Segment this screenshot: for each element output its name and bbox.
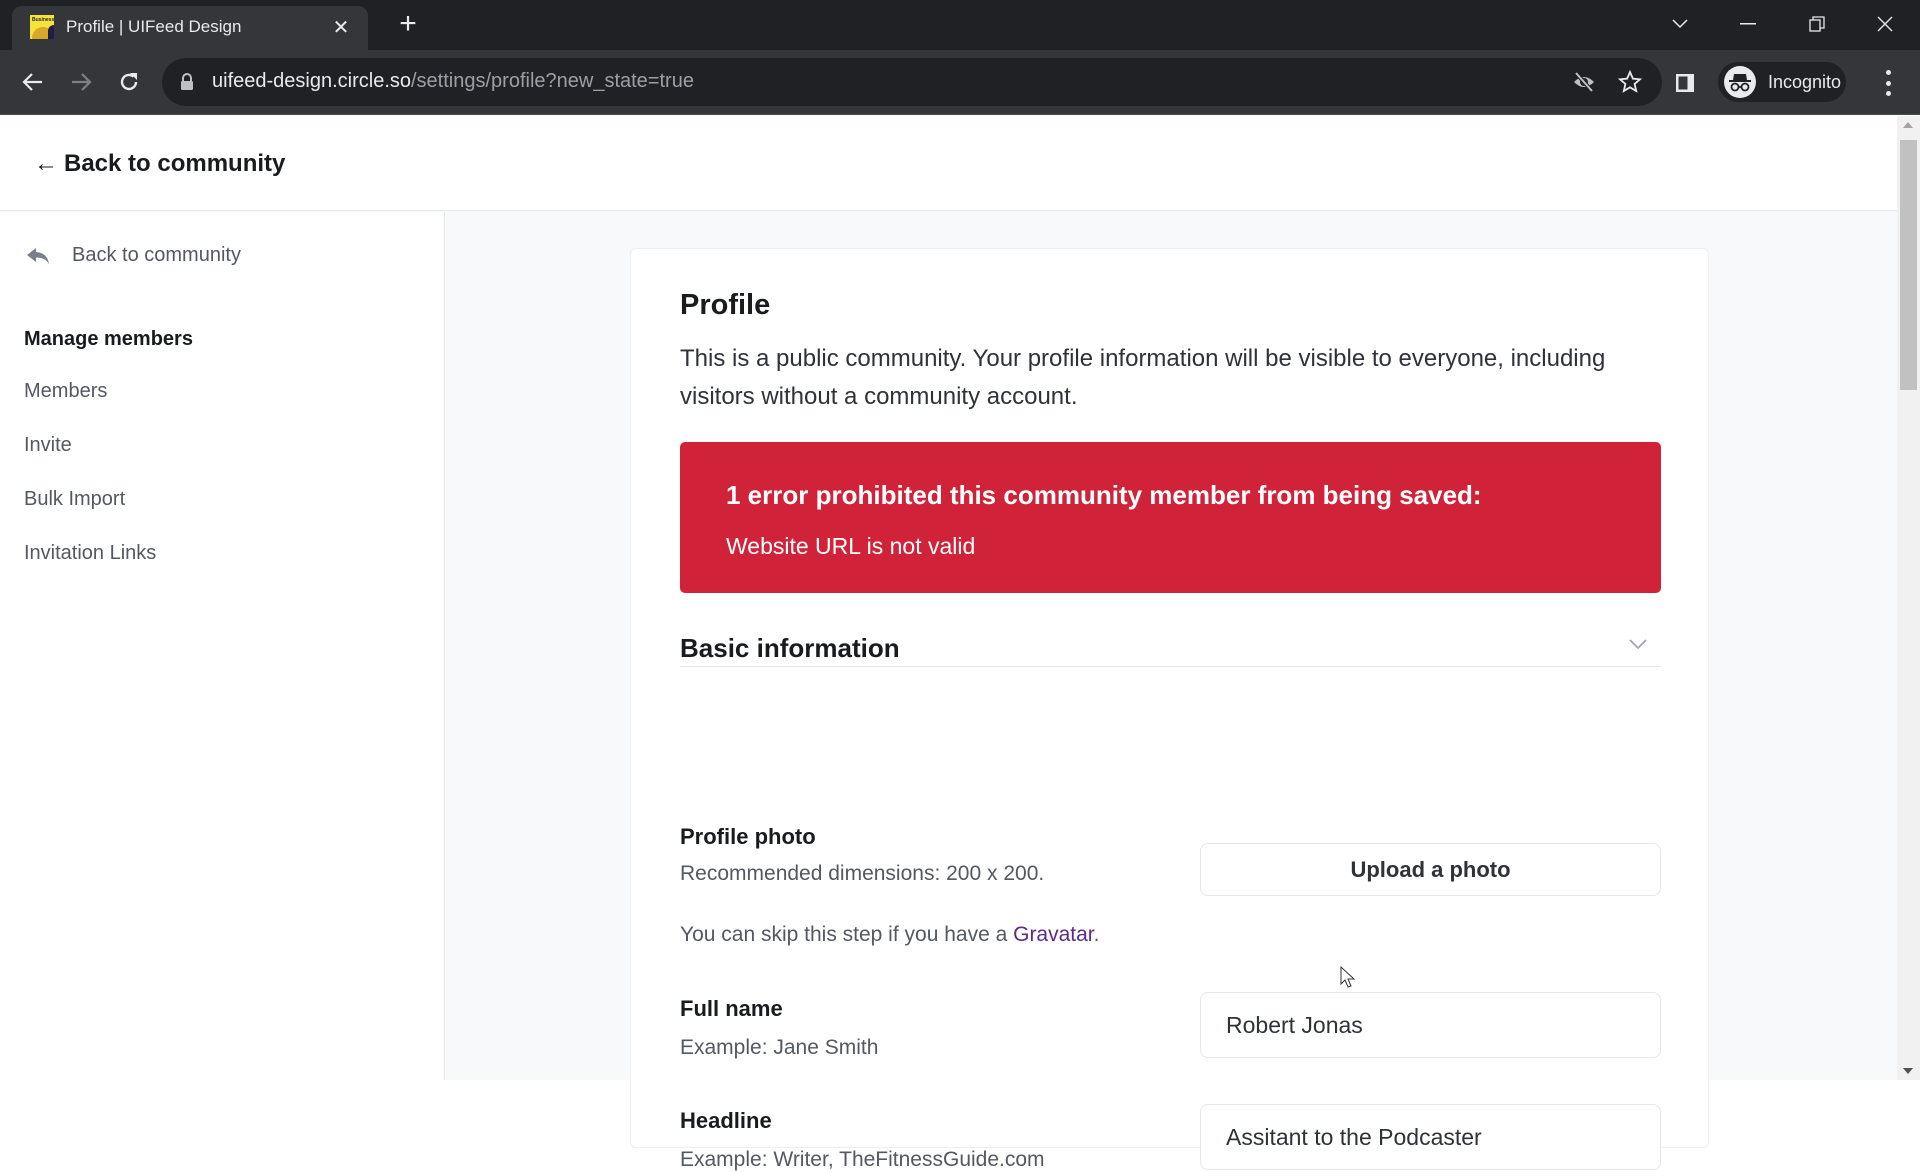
address-bar[interactable]: uifeed-design.circle.so/settings/profile… [162, 58, 1662, 106]
full-name-help: Example: Jane Smith [680, 1036, 879, 1059]
scrollbar-thumb[interactable] [1900, 140, 1917, 390]
header-back-label: Back to community [64, 150, 286, 177]
gravatar-help-prefix: You can skip this step if you have a [680, 923, 1014, 946]
error-message: Website URL is not valid [726, 533, 976, 559]
browser-menu-icon[interactable] [1876, 70, 1900, 96]
page-description: This is a public community. Your profile… [680, 345, 1606, 410]
lock-icon [181, 73, 193, 90]
page-title: Profile [680, 289, 771, 321]
browser-tab-active[interactable]: Business Profile | UIFeed Design ✕ [12, 6, 368, 50]
page-scrollbar[interactable] [1897, 116, 1920, 1080]
error-alert: 1 error prohibited this community member… [680, 442, 1661, 593]
url-path: /settings/profile?new_state=true [411, 70, 694, 92]
profile-photo-label: Profile photo [680, 824, 816, 849]
page-header: ← Back to community [0, 116, 1897, 211]
new-tab-button[interactable]: + [392, 8, 424, 40]
error-title: 1 error prohibited this community member… [726, 480, 1482, 510]
tab-close-icon[interactable]: ✕ [330, 15, 352, 40]
incognito-icon [1724, 66, 1756, 98]
header-back-to-community-link[interactable]: ← Back to community [34, 150, 285, 178]
settings-sidebar: Back to community Manage members Members… [0, 212, 445, 1080]
headline-help: Example: Writer, TheFitnessGuide.com [680, 1148, 1045, 1171]
mouse-pointer-icon [1340, 966, 1356, 988]
page: ← Back to community Back to community Man… [0, 116, 1897, 1171]
gravatar-help: You can skip this step if you have a Gra… [680, 923, 1100, 947]
site-favicon-icon: Business [30, 15, 54, 39]
sidebar-item-bulk-import[interactable]: Bulk Import [24, 488, 125, 511]
chevron-down-icon [1629, 639, 1647, 649]
scroll-down-arrow-icon[interactable] [1903, 1068, 1913, 1074]
reload-button[interactable] [109, 62, 149, 102]
basic-information-section-toggle[interactable]: Basic information [680, 611, 1661, 667]
profile-photo-help: Recommended dimensions: 200 x 200. [680, 862, 1045, 885]
arrow-left-icon [22, 73, 42, 91]
incognito-profile-button[interactable]: Incognito [1718, 62, 1846, 102]
gravatar-link[interactable]: Gravatar [1013, 923, 1094, 946]
upload-photo-button[interactable]: Upload a photo [1200, 843, 1661, 896]
sidebar-item-invite[interactable]: Invite [24, 434, 72, 457]
sidebar-back-label: Back to community [72, 244, 241, 266]
reply-arrow-icon [27, 247, 49, 264]
sidebar-item-members[interactable]: Members [24, 380, 107, 403]
favicon-text: Business [32, 17, 54, 23]
full-name-input[interactable] [1200, 992, 1661, 1058]
side-panel-icon[interactable] [1674, 72, 1696, 94]
url-host: uifeed-design.circle.so [212, 70, 411, 92]
profile-card: Profile This is a public community. Your… [630, 248, 1709, 1171]
sidebar-item-invitation-links[interactable]: Invitation Links [24, 542, 156, 565]
minimize-icon[interactable] [1728, 8, 1768, 38]
arrow-right-icon [72, 73, 92, 91]
sidebar-section-heading: Manage members [24, 328, 193, 350]
sidebar-back-to-community[interactable]: Back to community [26, 244, 241, 267]
section-title: Basic information [680, 633, 900, 663]
headline-label: Headline [680, 1108, 772, 1133]
close-window-icon[interactable] [1865, 8, 1905, 38]
browser-toolbar: uifeed-design.circle.so/settings/profile… [0, 50, 1920, 115]
incognito-label: Incognito [1768, 72, 1842, 92]
tab-title: Profile | UIFeed Design [66, 17, 242, 36]
tracking-protection-eye-off-icon[interactable] [1572, 71, 1596, 93]
scroll-up-arrow-icon[interactable] [1903, 122, 1913, 128]
bookmark-star-icon[interactable] [1618, 70, 1642, 94]
headline-input[interactable] [1200, 1104, 1661, 1170]
gravatar-help-suffix: . [1093, 923, 1100, 946]
restore-window-icon[interactable] [1797, 8, 1837, 38]
reload-icon [120, 73, 138, 91]
back-nav-button[interactable] [13, 62, 53, 102]
full-name-label: Full name [680, 996, 783, 1021]
tab-search-chevron-icon[interactable] [1660, 8, 1700, 38]
forward-nav-button[interactable] [61, 62, 101, 102]
url-text: uifeed-design.circle.so/settings/profile… [212, 70, 694, 93]
browser-tab-bar: Business Profile | UIFeed Design ✕ + [0, 0, 1920, 50]
arrow-left-icon: ← [34, 150, 58, 177]
